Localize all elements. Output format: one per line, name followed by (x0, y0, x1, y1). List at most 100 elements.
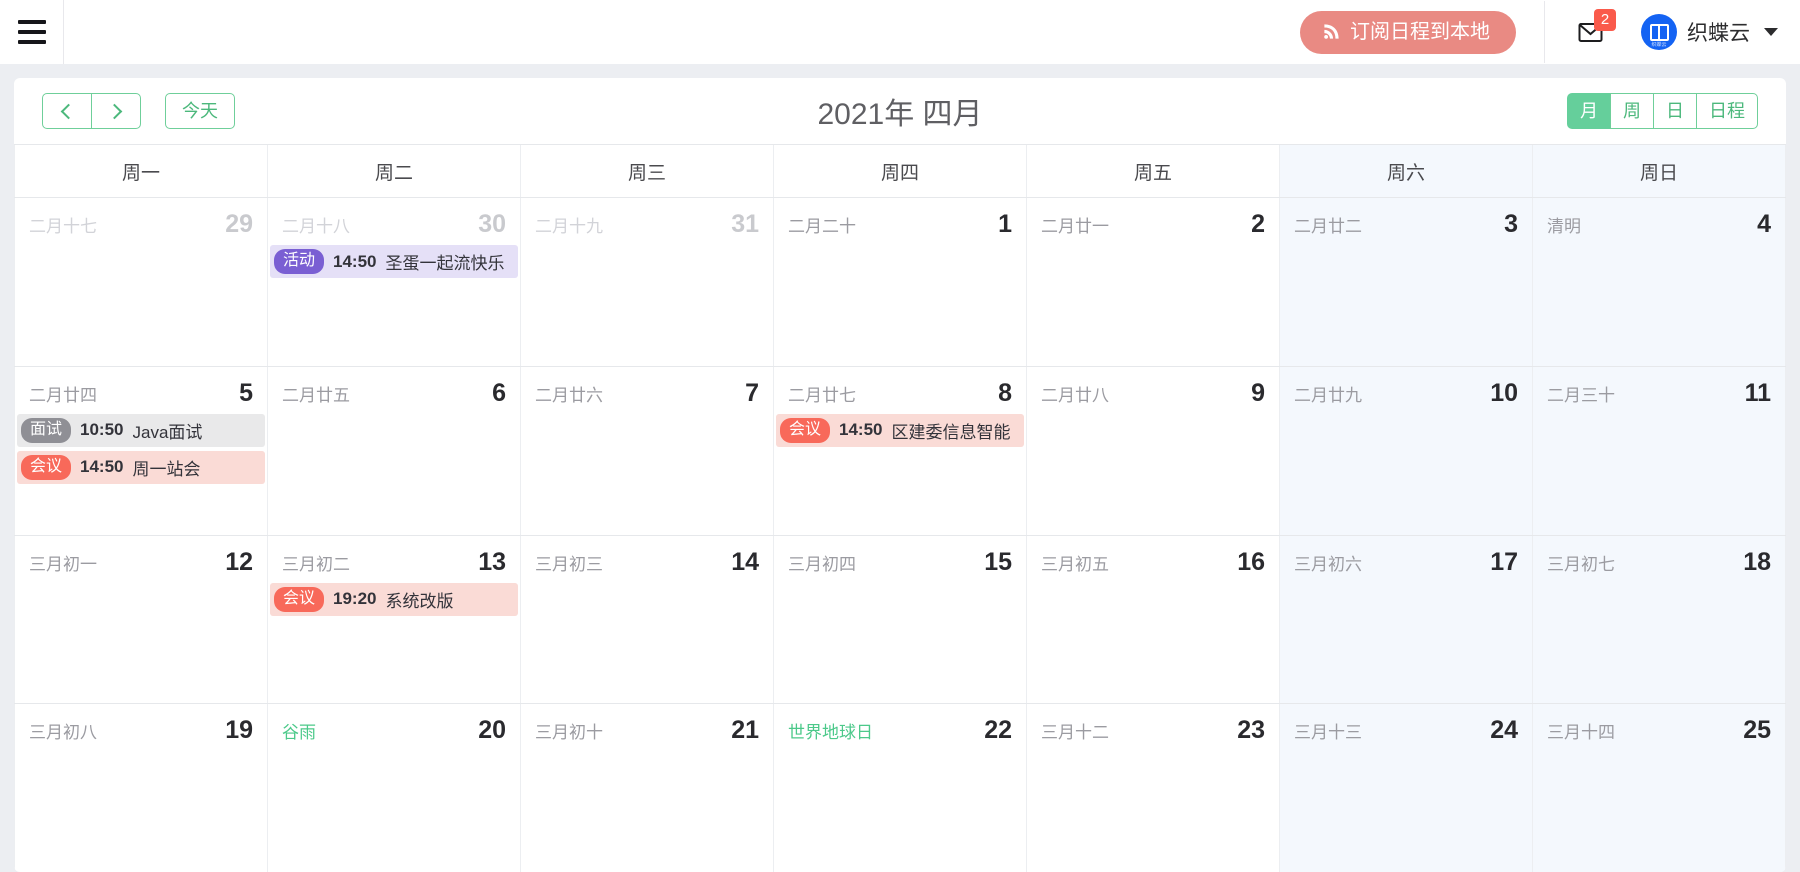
day-header: 二月廿一 2 (1027, 198, 1279, 245)
day-number: 29 (225, 210, 253, 238)
lunar-label: 谷雨 (282, 723, 316, 743)
day-number: 24 (1490, 716, 1518, 745)
day-cell[interactable]: 三月十二 23 (1027, 704, 1280, 872)
day-number: 10 (1490, 378, 1518, 407)
event-title: 圣蛋一起流快乐 (385, 254, 505, 273)
day-number: 6 (492, 378, 506, 407)
day-cell[interactable]: 三月初七 18 (1533, 535, 1786, 704)
event-title: 区建委信息智能 (891, 422, 1011, 442)
calendar-event[interactable]: 活动 14:50 圣蛋一起流快乐 (270, 245, 518, 278)
event-list: 面试 10:50 Java面试 会议 14:50 周一站会 (15, 413, 267, 484)
day-cell[interactable]: 三月初八 19 (14, 704, 268, 872)
event-tag: 会议 (274, 586, 325, 612)
chevron-left-icon (60, 103, 77, 119)
day-cell[interactable]: 清明 4 (1533, 198, 1786, 366)
lunar-label: 二月廿一 (1041, 217, 1109, 236)
day-cell[interactable]: 三月初十 21 (521, 704, 774, 872)
day-header: 三月初五 16 (1027, 536, 1279, 583)
prev-month-button[interactable] (42, 93, 92, 129)
day-cell[interactable]: 三月初二 13 会议 19:20 系统改版 (268, 535, 521, 704)
day-header: 二月廿四 5 (15, 367, 267, 414)
day-number: 5 (239, 378, 253, 407)
lunar-label: 三月十三 (1294, 723, 1362, 743)
top-bar-divider (1544, 1, 1545, 63)
day-cell[interactable]: 三月十四 25 (1533, 704, 1786, 872)
calendar-weeks: 二月十七 29 二月十八 30 活动 14:50 圣蛋一起流快乐 二月十九 31 二月二十 1 二月廿… (14, 197, 1786, 872)
event-time: 14:50 (839, 420, 883, 440)
user-name: 织蝶云 (1687, 22, 1750, 45)
lunar-label: 三月十二 (1041, 723, 1109, 743)
mail-button[interactable]: 2 (1571, 9, 1616, 52)
day-number: 9 (1251, 378, 1265, 407)
chevron-down-icon (1764, 28, 1778, 36)
top-bar: 订阅日程到本地 2 织蝶云 织蝶云 (0, 0, 1800, 64)
weekday-header-1: 周二 (268, 145, 521, 197)
day-cell[interactable]: 二月二十 1 (774, 198, 1027, 366)
view-button-0[interactable]: 月 (1567, 93, 1611, 129)
day-cell[interactable]: 三月初六 17 (1280, 535, 1533, 704)
day-number: 25 (1743, 716, 1771, 745)
day-number: 13 (478, 547, 506, 576)
calendar-event[interactable]: 面试 10:50 Java面试 (17, 413, 265, 447)
top-bar-actions: 订阅日程到本地 2 织蝶云 织蝶云 (1300, 1, 1800, 63)
day-cell[interactable]: 三月初五 16 (1027, 535, 1280, 704)
day-header: 二月十九 31 (521, 198, 773, 245)
subscribe-calendar-button[interactable]: 订阅日程到本地 (1300, 10, 1516, 54)
day-cell[interactable]: 三月初三 14 (521, 535, 774, 704)
calendar-grid: 周一 周二 周三 周四 周五 周六 周日 二月十七 29 二月十八 30 活动 14:50 圣蛋一起流快… (14, 144, 1786, 872)
view-button-1[interactable]: 周 (1610, 93, 1654, 129)
day-cell[interactable]: 二月十八 30 活动 14:50 圣蛋一起流快乐 (268, 198, 521, 366)
day-cell[interactable]: 二月廿一 2 (1027, 198, 1280, 366)
day-cell[interactable]: 三月初一 12 (14, 535, 268, 704)
day-cell[interactable]: 二月廿五 6 (268, 366, 521, 535)
event-time: 19:20 (333, 589, 377, 608)
event-tag: 会议 (21, 454, 72, 480)
event-list: 会议 14:50 区建委信息智能 (774, 413, 1026, 447)
day-cell[interactable]: 二月十九 31 (521, 198, 774, 366)
day-cell[interactable]: 二月十七 29 (14, 198, 268, 366)
day-cell[interactable]: 三月初四 15 (774, 535, 1027, 704)
next-month-button[interactable] (91, 93, 141, 129)
day-cell[interactable]: 二月廿二 3 (1280, 198, 1533, 366)
day-number: 30 (478, 210, 506, 238)
calendar-event[interactable]: 会议 14:50 区建委信息智能 (776, 413, 1024, 447)
lunar-label: 三月初五 (1041, 554, 1109, 574)
event-time: 10:50 (80, 420, 124, 440)
day-cell[interactable]: 世界地球日 22 (774, 704, 1027, 872)
user-menu[interactable]: 织蝶云 织蝶云 (1641, 14, 1778, 50)
lunar-label: 三月初八 (29, 723, 97, 743)
day-number: 12 (225, 547, 253, 576)
calendar-title: 2021年 四月 (817, 98, 983, 131)
day-header: 二月廿七 8 (774, 367, 1026, 414)
day-header: 世界地球日 22 (774, 704, 1026, 751)
lunar-label: 二月十九 (535, 217, 603, 236)
day-cell[interactable]: 谷雨 20 (268, 704, 521, 872)
day-cell[interactable]: 三月十三 24 (1280, 704, 1533, 872)
day-cell[interactable]: 二月廿九 10 (1280, 366, 1533, 535)
event-tag: 活动 (274, 249, 325, 274)
event-tag: 面试 (21, 417, 72, 443)
calendar-event[interactable]: 会议 14:50 周一站会 (17, 450, 265, 484)
view-button-2[interactable]: 日 (1653, 93, 1697, 129)
today-button[interactable]: 今天 (165, 93, 235, 129)
day-number: 18 (1743, 547, 1771, 576)
day-header: 二月三十 11 (1533, 367, 1785, 414)
lunar-label: 二月二十 (788, 217, 856, 236)
day-cell[interactable]: 二月廿六 7 (521, 366, 774, 535)
avatar: 织蝶云 (1641, 14, 1677, 50)
menu-toggle-button[interactable] (0, 0, 64, 64)
lunar-label: 三月初六 (1294, 554, 1362, 574)
weekday-header-6: 周日 (1533, 145, 1786, 197)
calendar-card: 今天 2021年 四月 月周日日程 周一 周二 周三 周四 周五 周六 周日 二月十七 29 二… (14, 78, 1786, 872)
day-header: 三月初三 14 (521, 536, 773, 583)
day-cell[interactable]: 二月廿七 8 会议 14:50 区建委信息智能 (774, 366, 1027, 535)
lunar-label: 二月廿九 (1294, 385, 1362, 405)
day-cell[interactable]: 二月廿八 9 (1027, 366, 1280, 535)
view-button-3[interactable]: 日程 (1696, 93, 1758, 129)
lunar-label: 三月初二 (282, 554, 350, 574)
day-cell[interactable]: 二月三十 11 (1533, 366, 1786, 535)
day-number: 3 (1504, 210, 1518, 238)
calendar-event[interactable]: 会议 19:20 系统改版 (270, 582, 518, 616)
day-cell[interactable]: 二月廿四 5 面试 10:50 Java面试 会议 14:50 周一站会 (14, 366, 268, 535)
lunar-label: 三月初十 (535, 723, 603, 743)
